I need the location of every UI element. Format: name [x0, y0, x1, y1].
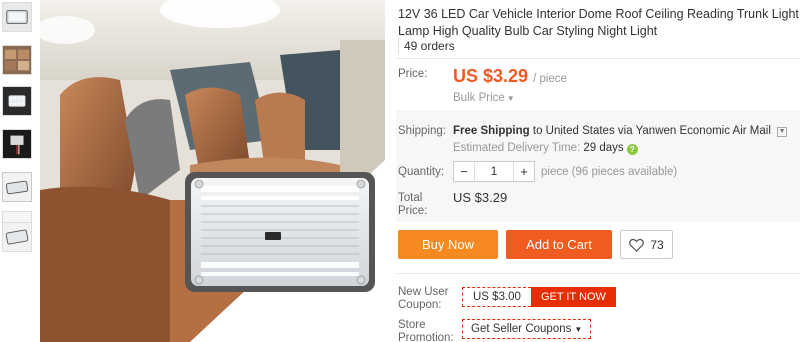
new-user-label-line2: Coupon:	[398, 299, 442, 311]
quantity-availability: piece (96 pieces available)	[541, 165, 678, 178]
divider	[396, 58, 800, 59]
chevron-down-icon[interactable]: ▼	[777, 127, 788, 137]
divider	[396, 273, 800, 274]
heart-icon	[629, 238, 645, 252]
wishlist-count: 73	[650, 237, 664, 252]
store-label-line2: Promotion:	[398, 332, 454, 342]
quantity-input[interactable]: 1	[474, 162, 514, 181]
question-icon[interactable]: ?	[626, 144, 638, 155]
thumbnail-3[interactable]	[2, 86, 32, 116]
get-it-now-button[interactable]: GET IT NOW	[530, 287, 616, 307]
total-label-line1: Total	[398, 192, 423, 204]
wishlist-button[interactable]: 73	[620, 230, 673, 259]
price-unit: / piece	[533, 73, 567, 85]
total-price-label: Total Price:	[398, 192, 427, 218]
thumbnail-5[interactable]	[2, 172, 32, 202]
thumbnail-2[interactable]	[2, 45, 32, 75]
decrease-quantity-button[interactable]: −	[454, 162, 474, 181]
shipping-destination: to United States via Yanwen Economic Air…	[532, 125, 771, 137]
shipping-method[interactable]: Free Shipping to United States via Yanwe…	[453, 125, 788, 137]
buy-now-button[interactable]: Buy Now	[398, 230, 498, 259]
price-label: Price:	[398, 68, 428, 80]
free-shipping-text: Free Shipping	[453, 125, 530, 137]
store-promotion-label: Store Promotion:	[398, 319, 454, 342]
product-info-panel: 12V 36 LED Car Vehicle Interior Dome Roo…	[396, 0, 800, 342]
shipping-label: Shipping:	[398, 125, 446, 137]
quantity-stepper: − 1 +	[453, 161, 535, 182]
thumbnail-7[interactable]	[2, 222, 32, 252]
seller-coupons-label: Get Seller Coupons	[471, 323, 572, 335]
coupon-amount: US $3.00	[462, 287, 531, 307]
price-value: US $3.29	[453, 66, 529, 86]
get-seller-coupons-dropdown[interactable]: Get Seller Coupons ▼	[462, 319, 592, 339]
main-product-image[interactable]	[40, 0, 385, 342]
thumbnail-1[interactable]	[2, 2, 32, 32]
estimated-delivery: Estimated Delivery Time: 29 days?	[453, 142, 638, 155]
price-row: US $3.29 / piece	[453, 66, 567, 87]
total-label-line2: Price:	[398, 205, 428, 217]
order-count-text: 49 orders	[404, 39, 455, 53]
product-title: 12V 36 LED Car Vehicle Interior Dome Roo…	[398, 7, 799, 38]
bulk-price-toggle[interactable]: Bulk Price ▼	[453, 92, 515, 104]
increase-quantity-button[interactable]: +	[514, 162, 534, 181]
eta-days: 29 days	[583, 142, 624, 154]
total-price-value: US $3.29	[453, 190, 508, 205]
add-to-cart-button[interactable]: Add to Cart	[506, 230, 612, 259]
thumbnail-4[interactable]	[2, 129, 32, 159]
caret-down-icon: ▼	[506, 94, 515, 103]
new-user-coupon: US $3.00 GET IT NOW	[462, 287, 616, 307]
caret-down-icon: ▼	[574, 325, 583, 334]
bulk-price-label: Bulk Price	[453, 92, 505, 104]
new-user-label-line1: New User	[398, 286, 449, 298]
new-user-coupon-label: New User Coupon:	[398, 286, 448, 312]
store-label-line1: Store	[398, 319, 426, 331]
quantity-row: − 1 + piece (96 pieces available)	[453, 161, 677, 182]
quantity-label: Quantity:	[398, 166, 445, 178]
order-count: 49 orders	[398, 38, 455, 54]
eta-label: Estimated Delivery Time:	[453, 142, 581, 154]
